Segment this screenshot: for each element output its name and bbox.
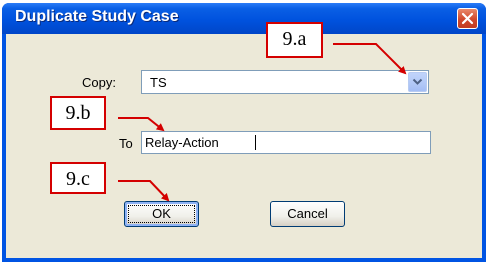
arrow-to-dropdown [333, 43, 407, 75]
arrow-to-field [118, 117, 165, 132]
annotation-arrows [118, 43, 407, 202]
annotation-9b: 9.b [50, 96, 106, 130]
annotation-9c: 9.c [50, 162, 106, 194]
annotation-9a: 9.a [266, 22, 323, 58]
arrow-to-ok [118, 180, 170, 202]
